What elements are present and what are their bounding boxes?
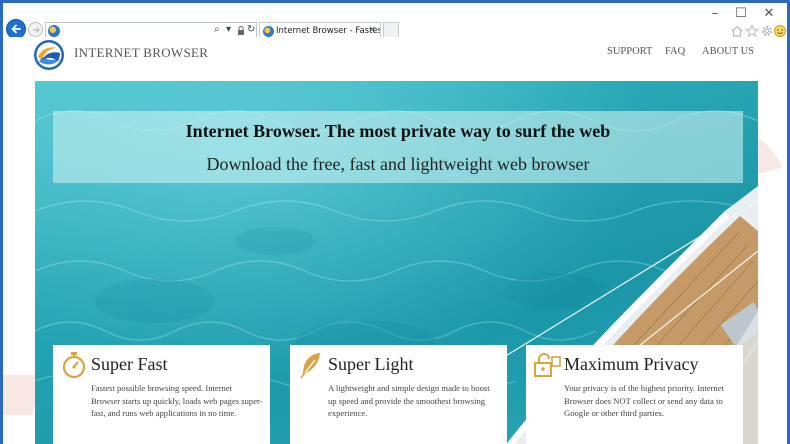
feather-icon	[300, 353, 320, 379]
lock-icon	[534, 353, 561, 377]
nav-support-link[interactable]: SUPPORT	[607, 46, 652, 57]
feature-card-super-light: Super Light A lightweight and simple des…	[290, 345, 507, 444]
back-button[interactable]	[6, 19, 26, 39]
nav-about-us-link[interactable]: ABOUT US	[702, 46, 754, 57]
browser-window: – ☐ ✕ ⌕ ▾ ↻ Internet Browser - Fastest a…	[0, 0, 790, 444]
feature-title: Super Light	[328, 354, 414, 374]
site-favicon-icon	[48, 25, 60, 37]
smiley-icon[interactable]	[773, 24, 787, 38]
site-logo-icon	[34, 40, 64, 70]
tab-close-icon[interactable]: ×	[368, 25, 376, 35]
hero-banner: Internet Browser. The most private way t…	[53, 111, 743, 183]
gear-icon[interactable]	[760, 24, 774, 38]
feature-description: A lightweight and simple design made to …	[328, 383, 490, 419]
forward-arrow-icon	[32, 26, 40, 33]
refresh-icon[interactable]: ↻	[247, 24, 255, 35]
hero-title: Internet Browser. The most private way t…	[185, 121, 611, 141]
forward-button[interactable]	[28, 22, 43, 37]
maximize-button[interactable]: ☐	[730, 7, 752, 21]
feature-card-maximum-privacy: Maximum Privacy Your privacy is of the h…	[526, 345, 743, 444]
hero-subtitle: Download the free, fast and lightweight …	[206, 154, 590, 174]
star-icon[interactable]	[745, 24, 759, 38]
tab-title: Internet Browser - Fastest an...	[276, 26, 380, 36]
feature-title: Maximum Privacy	[564, 354, 699, 374]
lock-status-icon[interactable]	[237, 26, 245, 37]
back-arrow-icon	[11, 24, 21, 34]
browser-chrome: – ☐ ✕ ⌕ ▾ ↻ Internet Browser - Fastest a…	[3, 3, 787, 40]
tab-favicon-icon	[263, 26, 274, 37]
feature-title: Super Fast	[91, 354, 168, 374]
stopwatch-icon	[62, 352, 86, 379]
close-window-button[interactable]: ✕	[758, 7, 780, 21]
minimize-button[interactable]: –	[704, 7, 726, 21]
hero-section: Internet Browser. The most private way t…	[35, 81, 758, 444]
feature-card-super-fast: Super Fast Fastest possible browsing spe…	[53, 345, 270, 444]
brand-name[interactable]: INTERNET BROWSER	[74, 45, 208, 61]
home-icon[interactable]	[730, 24, 744, 38]
search-icon[interactable]: ⌕	[214, 24, 220, 35]
feature-description: Fastest possible browsing speed. Interne…	[91, 383, 263, 419]
web-page: INTERNET BROWSER SUPPORT FAQ ABOUT US In…	[3, 37, 787, 444]
nav-faq-link[interactable]: FAQ	[665, 46, 685, 57]
feature-description: Your privacy is of the highest priority.…	[564, 383, 724, 419]
dropdown-icon[interactable]: ▾	[226, 24, 231, 35]
